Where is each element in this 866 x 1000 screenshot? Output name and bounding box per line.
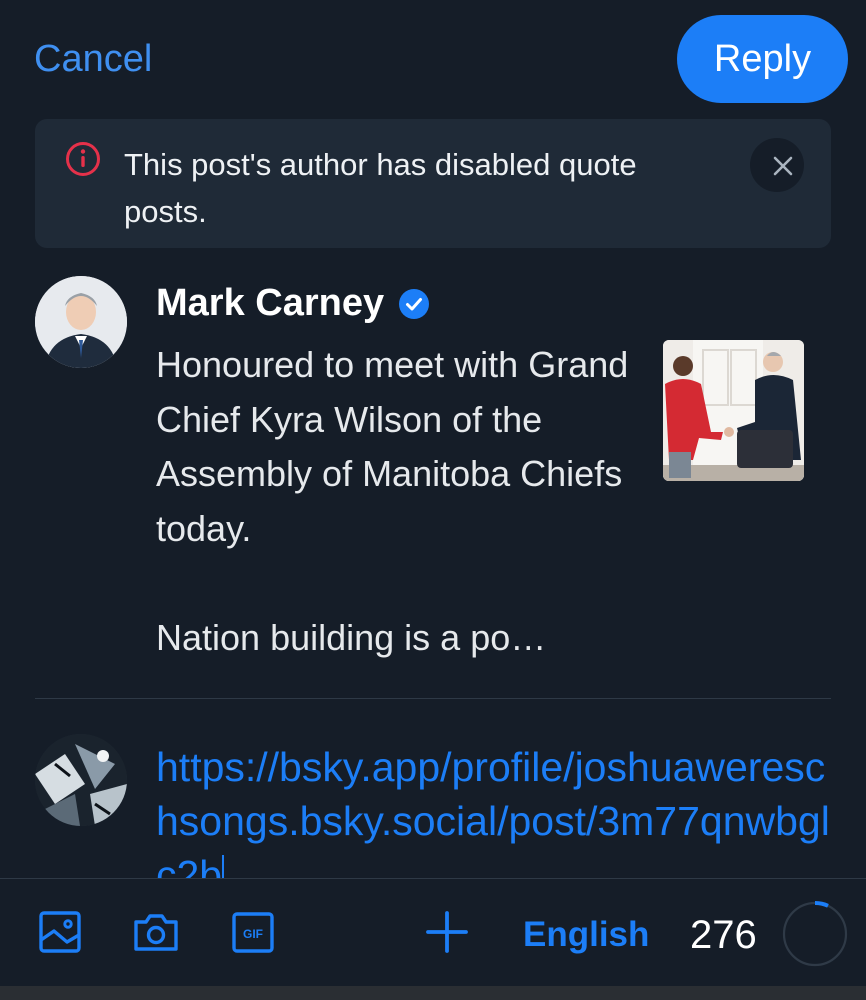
quoted-post[interactable]: Mark Carney Honoured to meet with Grand … <box>0 260 866 690</box>
close-icon <box>773 156 793 176</box>
add-image-button[interactable] <box>35 907 85 957</box>
keyboard-edge <box>0 986 866 1000</box>
camera-button[interactable] <box>131 907 181 957</box>
plus-icon <box>426 911 468 953</box>
notice-text: This post's author has disabled quote po… <box>124 147 637 229</box>
cancel-button[interactable]: Cancel <box>34 38 152 81</box>
reply-text: https://bsky.app/profile/joshuawereschso… <box>156 744 830 878</box>
divider <box>35 698 831 699</box>
gif-icon: GIF <box>232 912 274 953</box>
text-cursor <box>222 855 225 878</box>
compose-toolbar: GIF English 276 <box>0 878 866 987</box>
current-user-avatar[interactable] <box>35 734 127 826</box>
dismiss-notice-button[interactable] <box>750 138 804 192</box>
gif-label: GIF <box>243 927 263 941</box>
reply-text-input[interactable]: https://bsky.app/profile/joshuawereschso… <box>156 740 846 878</box>
top-bar: Cancel Reply <box>0 0 866 110</box>
post-image-thumbnail[interactable] <box>663 340 804 481</box>
info-icon <box>66 142 100 176</box>
artwork-avatar <box>35 734 127 826</box>
verified-badge-icon <box>399 288 430 319</box>
author-name-row: Mark Carney <box>156 282 430 325</box>
reply-button[interactable]: Reply <box>677 15 848 103</box>
author-name[interactable]: Mark Carney <box>156 282 384 325</box>
camera-icon <box>134 914 178 951</box>
character-progress-ring <box>782 901 848 967</box>
character-count: 276 <box>690 913 757 957</box>
avatar[interactable] <box>35 276 127 368</box>
language-selector[interactable]: English <box>523 915 649 955</box>
quote-disabled-notice: This post's author has disabled quote po… <box>35 119 831 248</box>
image-icon <box>39 911 81 953</box>
add-thread-post-button[interactable] <box>422 907 472 957</box>
handshake-photo <box>663 340 804 481</box>
gif-button[interactable]: GIF <box>228 907 278 957</box>
author-photo <box>35 276 127 368</box>
quoted-post-text: Honoured to meet with Grand Chief Kyra W… <box>156 344 629 658</box>
